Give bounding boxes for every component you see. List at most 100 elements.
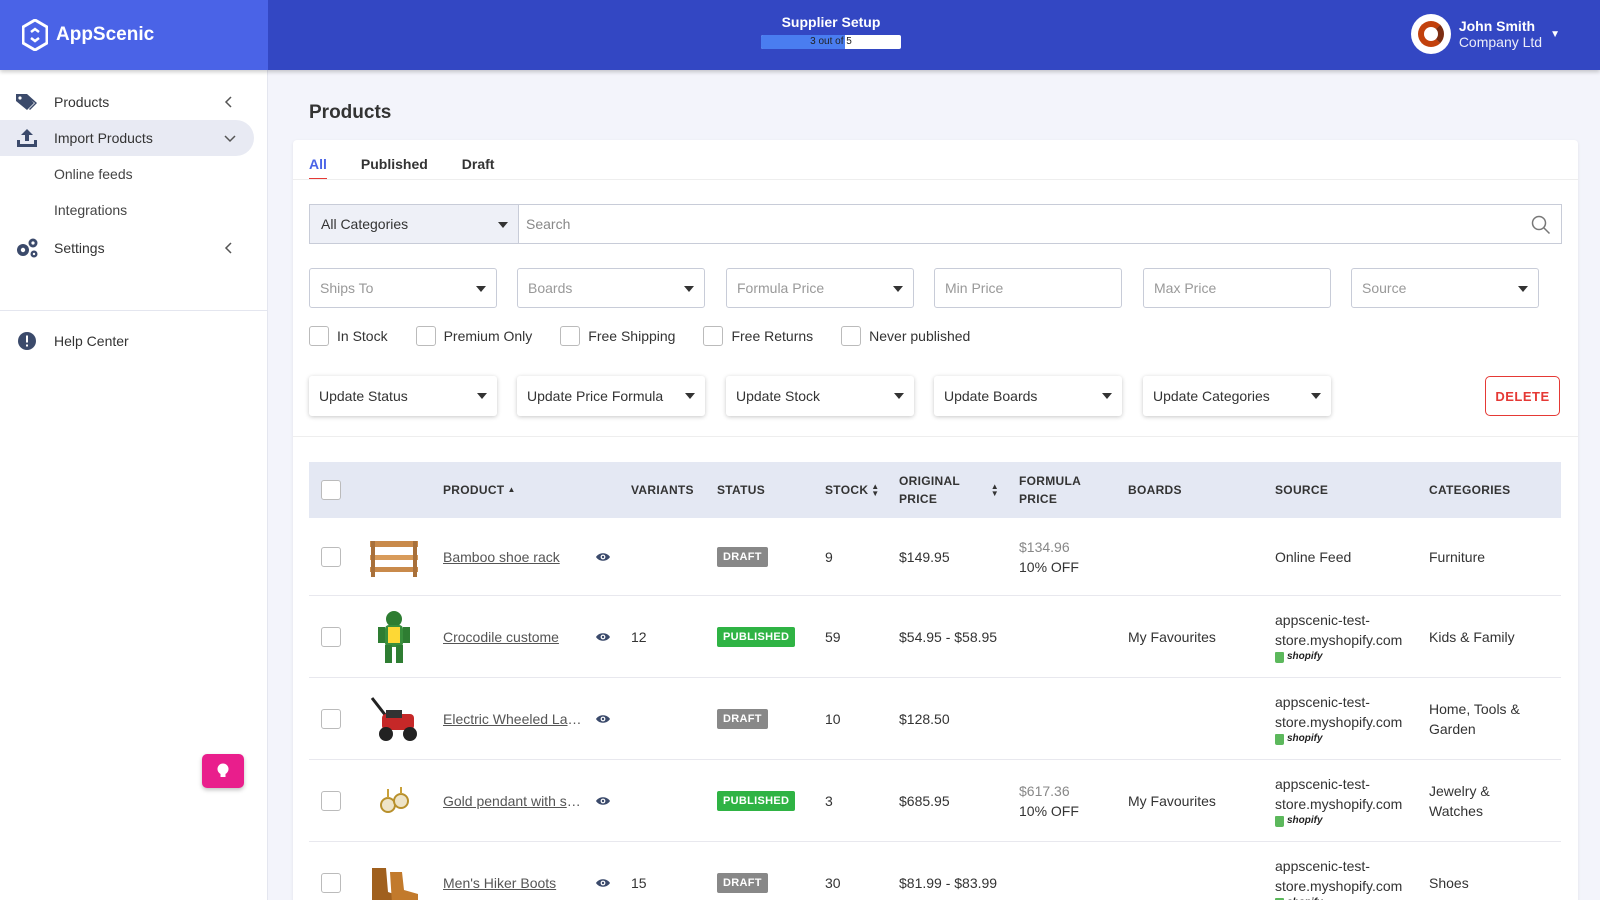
table-row[interactable]: Bamboo shoe rack DRAFT 9 $149.95 $134.96… (309, 518, 1561, 596)
gears-icon (14, 237, 40, 259)
row-checkbox[interactable] (321, 547, 341, 567)
max-price-input[interactable]: Max Price (1143, 268, 1331, 308)
categories-value-line2: Watches (1429, 803, 1483, 819)
shopify-label: shopify (1287, 651, 1323, 662)
product-thumbnail[interactable] (364, 693, 424, 745)
product-thumbnail[interactable] (364, 775, 424, 827)
sidebar-item-label: Products (54, 94, 110, 110)
categories-value: Kids & Family (1429, 629, 1515, 645)
boards-value: My Favourites (1128, 629, 1216, 645)
table-row[interactable]: Electric Wheeled Lawn Mower DRAFT 10 $12… (309, 678, 1561, 760)
search-input[interactable]: Search (518, 204, 1562, 244)
eye-icon[interactable] (595, 877, 611, 889)
update-stock-select[interactable]: Update Stock (726, 376, 914, 416)
product-thumbnail[interactable] (364, 857, 424, 900)
row-checkbox[interactable] (321, 873, 341, 893)
column-formula-price: FORMULA PRICE (1019, 462, 1081, 518)
free-returns-checkbox[interactable]: Free Returns (703, 326, 813, 346)
product-thumbnail[interactable] (364, 611, 424, 663)
row-checkbox[interactable] (321, 627, 341, 647)
eye-icon[interactable] (595, 795, 611, 807)
category-select[interactable]: All Categories (309, 204, 518, 244)
delete-button[interactable]: DELETE (1485, 376, 1560, 416)
caret-down-icon (498, 222, 508, 228)
update-categories-select[interactable]: Update Categories (1143, 376, 1331, 416)
eye-icon[interactable] (595, 551, 611, 563)
sidebar-item-label: Help Center (54, 333, 129, 349)
row-checkbox[interactable] (321, 709, 341, 729)
header-label: FORMULA (1019, 474, 1082, 488)
column-stock[interactable]: STOCK ▲ ▼ (825, 462, 880, 518)
eye-icon[interactable] (595, 631, 611, 643)
categories-value: Jewelry & (1429, 783, 1490, 799)
eye-icon[interactable] (595, 713, 611, 725)
sidebar-item-settings[interactable]: Settings (0, 230, 267, 266)
checkbox-box[interactable] (309, 326, 329, 346)
sidebar-item-integrations[interactable]: Integrations (0, 192, 267, 228)
sidebar-item-products[interactable]: Products (0, 84, 267, 120)
sidebar: Products Import Products Online feeds In… (0, 70, 268, 900)
formula-discount: 10% OFF (1019, 803, 1079, 819)
formula-price-placeholder: Formula Price (737, 280, 825, 296)
table-row[interactable]: Crocodile custome 12 PUBLISHED 59 $54.95… (309, 596, 1561, 678)
product-link[interactable]: Men's Hiker Boots (443, 875, 588, 891)
checkbox-label: Never published (869, 328, 971, 344)
product-link[interactable]: Crocodile custome (443, 629, 588, 645)
product-link[interactable]: Bamboo shoe rack (443, 549, 588, 565)
sidebar-item-label: Settings (54, 240, 105, 256)
source-value: appscenic-test- (1275, 858, 1370, 874)
brand[interactable]: AppScenic (0, 0, 268, 70)
column-product[interactable]: PRODUCT ▲ (443, 462, 516, 518)
original-price-value: $128.50 (899, 711, 950, 727)
setup-progress-text: 3 out of 5 (810, 36, 852, 47)
product-thumbnail[interactable] (364, 531, 424, 583)
shopify-bag-icon (1275, 651, 1284, 663)
brand-name: AppScenic (56, 24, 155, 45)
update-price-formula-select[interactable]: Update Price Formula (517, 376, 705, 416)
never-published-checkbox[interactable]: Never published (841, 326, 970, 346)
caret-down-icon (477, 393, 487, 399)
table-row[interactable]: Men's Hiker Boots 15 DRAFT 30 $81.99 - $… (309, 842, 1561, 900)
checkbox-box[interactable] (703, 326, 724, 346)
column-original-price[interactable]: ORIGINAL PRICE ▲ ▼ (899, 462, 999, 518)
product-link[interactable]: Electric Wheeled Lawn Mower (443, 711, 588, 727)
supplier-setup[interactable]: Supplier Setup 3 out of 5 (761, 14, 901, 49)
header-label: PRICE (1019, 492, 1058, 506)
sidebar-item-import-products[interactable]: Import Products (0, 120, 254, 156)
premium-only-checkbox[interactable]: Premium Only (415, 326, 533, 346)
chevron-left-icon (224, 96, 232, 108)
caret-down-icon (893, 286, 903, 292)
boards-select[interactable]: Boards (517, 268, 705, 308)
checkbox-label: Premium Only (443, 328, 533, 344)
source-select[interactable]: Source (1351, 268, 1539, 308)
ships-to-select[interactable]: Ships To (309, 268, 497, 308)
update-status-select[interactable]: Update Status (309, 376, 497, 416)
update-boards-select[interactable]: Update Boards (934, 376, 1122, 416)
tab-draft[interactable]: Draft (462, 156, 495, 180)
user-menu[interactable]: John Smith Company Ltd ▼ (1410, 14, 1560, 54)
sidebar-item-online-feeds[interactable]: Online feeds (0, 156, 267, 192)
formula-discount: 10% OFF (1019, 559, 1079, 575)
row-checkbox[interactable] (321, 791, 341, 811)
checkbox-box[interactable] (560, 326, 581, 346)
checkbox-box[interactable] (415, 326, 436, 346)
sidebar-item-help-center[interactable]: Help Center (0, 323, 267, 359)
free-shipping-checkbox[interactable]: Free Shipping (560, 326, 675, 346)
checkbox-box[interactable] (841, 326, 862, 346)
column-boards: BOARDS (1128, 483, 1182, 497)
in-stock-checkbox[interactable]: In Stock (309, 326, 388, 346)
tab-all[interactable]: All (309, 156, 327, 180)
formula-price-value: $134.96 (1019, 539, 1070, 555)
original-price-value: $685.95 (899, 793, 950, 809)
divider (293, 436, 1578, 437)
table-row[interactable]: Gold pendant with shell PUBLISHED 3 $685… (309, 760, 1561, 842)
update-status-label: Update Status (319, 388, 408, 404)
select-all-checkbox[interactable] (321, 480, 341, 500)
tab-published[interactable]: Published (361, 156, 428, 180)
variants-value: 12 (631, 629, 647, 645)
formula-price-select[interactable]: Formula Price (726, 268, 914, 308)
min-price-input[interactable]: Min Price (934, 268, 1122, 308)
tabs: All Published Draft (309, 156, 528, 180)
lightbulb-button[interactable] (202, 754, 244, 788)
product-link[interactable]: Gold pendant with shell (443, 793, 588, 809)
